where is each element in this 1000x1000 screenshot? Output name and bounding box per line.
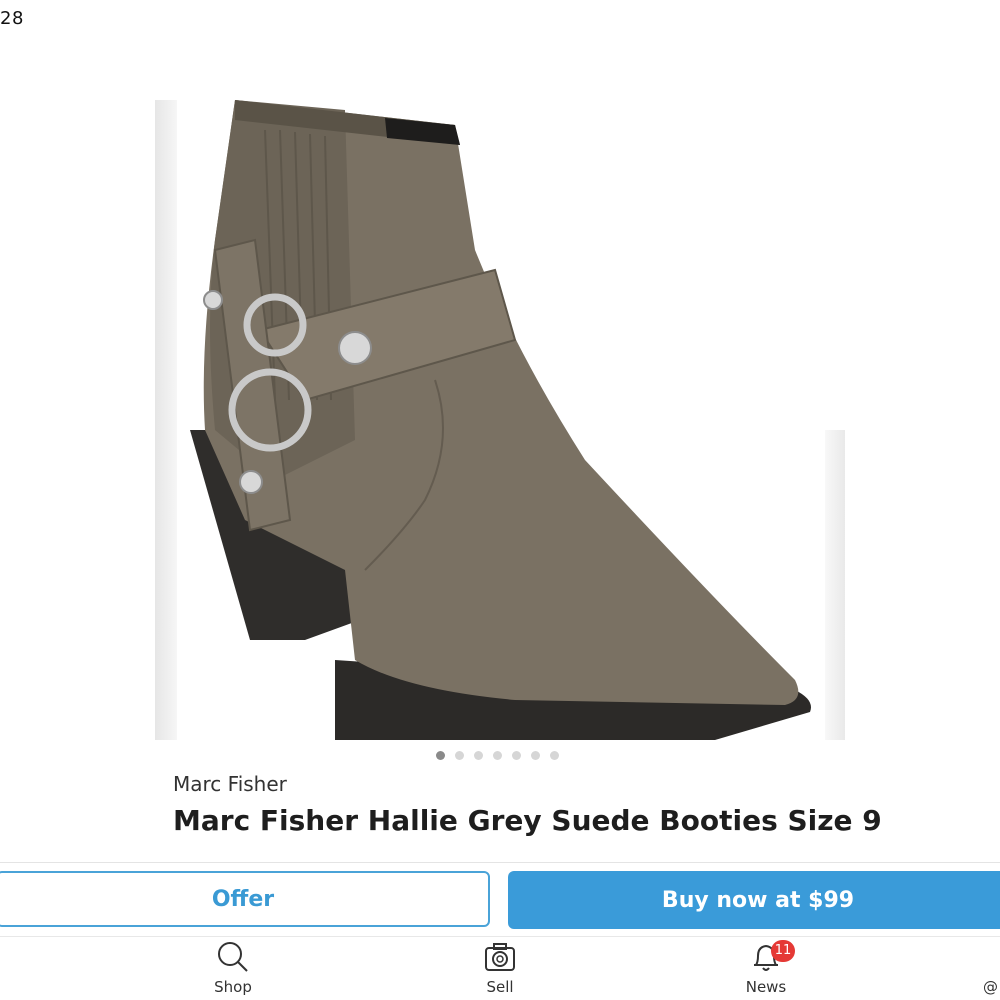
carousel-dot[interactable] [512,751,521,760]
tab-partial-icon[interactable]: @ [983,978,998,996]
search-icon [218,942,248,972]
boot-photo [190,100,811,740]
carousel-dot[interactable] [474,751,483,760]
stud-2 [203,290,223,310]
divider [0,862,1000,863]
product-brand[interactable]: Marc Fisher [173,772,287,796]
offer-button[interactable]: Offer [0,871,490,927]
carousel-dot[interactable] [550,751,559,760]
tab-sell[interactable]: Sell [455,940,545,1000]
tab-news[interactable]: 11 News [721,940,811,1000]
carousel-dot[interactable] [455,751,464,760]
tab-shop-label: Shop [214,978,252,996]
news-badge: 11 [771,940,795,962]
stud-1 [338,331,372,365]
tab-sell-label: Sell [486,978,514,996]
tab-shop[interactable]: Shop [188,940,278,1000]
carousel-dot[interactable] [531,751,540,760]
camera-icon [485,943,515,971]
buy-now-button[interactable]: Buy now at $99 [508,871,1000,929]
carousel-dot[interactable] [493,751,502,760]
carousel-dots[interactable] [436,751,559,760]
tabbar-divider [0,936,1000,937]
tab-news-label: News [745,978,787,996]
product-title: Marc Fisher Hallie Grey Suede Booties Si… [173,804,882,837]
stud-3 [239,470,263,494]
status-time: 28 [0,8,24,29]
product-image[interactable] [155,100,845,740]
carousel-dot[interactable] [436,751,445,760]
